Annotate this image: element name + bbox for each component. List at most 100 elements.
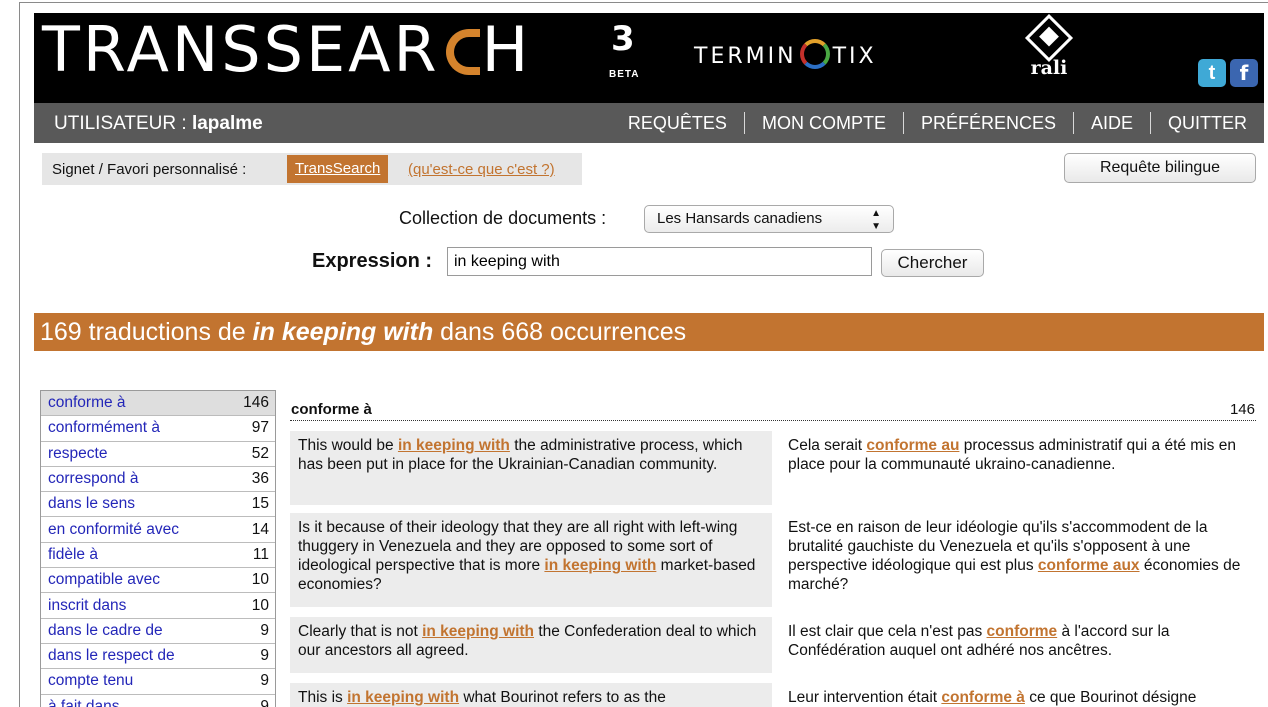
nav-menu: REQUÊTES MON COMPTE PRÉFÉRENCES AIDE QUI…	[611, 103, 1264, 143]
logo-text: TRANSSEAR	[42, 13, 440, 86]
sentence-text: what Bourinot refers to as the	[459, 689, 666, 706]
list-item[interactable]: compatible avec 10	[41, 568, 275, 594]
target-sentence: Cela serait conforme au processus admini…	[780, 431, 1256, 479]
sentence-text: Cela serait	[788, 437, 867, 454]
user-label: UTILISATEUR :	[54, 113, 192, 134]
target-sentence: Leur intervention était conforme à ce qu…	[780, 683, 1256, 707]
results-banner: 169 traductions de in keeping with dans …	[34, 313, 1264, 351]
translation-count: 9	[260, 621, 269, 639]
translation-term[interactable]: dans le sens	[48, 495, 135, 513]
list-item[interactable]: respecte 52	[41, 442, 275, 467]
list-item[interactable]: dans le respect de 9	[41, 644, 275, 670]
logo-version: 3	[611, 19, 635, 59]
terminotix-o-icon	[799, 39, 830, 69]
twitter-icon[interactable]: t	[1198, 59, 1226, 87]
terminotix-text-right: TIX	[832, 44, 877, 69]
translation-count: 9	[260, 697, 269, 707]
translation-count: 15	[251, 495, 269, 513]
user-info: UTILISATEUR : lapalme	[54, 113, 263, 135]
source-highlight[interactable]: in keeping with	[398, 437, 510, 454]
search-button[interactable]: Chercher	[881, 249, 984, 277]
source-sentence: Clearly that is not in keeping with the …	[290, 617, 772, 673]
terminotix-logo[interactable]: TERMIN TIX	[694, 39, 877, 69]
translation-list: conforme à 146 conformément à 97 respecte 5…	[40, 390, 276, 707]
source-highlight[interactable]: in keeping with	[347, 689, 459, 706]
nav-aide[interactable]: AIDE	[1074, 113, 1150, 134]
list-item[interactable]: compte tenu 9	[41, 669, 275, 695]
translation-count: 9	[260, 647, 269, 665]
translation-term[interactable]: respecte	[48, 445, 107, 463]
transsearch-logo[interactable]: TRANSSEAR H	[42, 19, 531, 84]
translation-term[interactable]: à fait dans	[48, 698, 120, 707]
translation-count: 10	[251, 571, 269, 589]
list-item[interactable]: inscrit dans 10	[41, 593, 275, 619]
translation-count: 9	[260, 672, 269, 690]
translation-term[interactable]: en conformité avec	[48, 521, 179, 539]
nav-mon-compte[interactable]: MON COMPTE	[745, 113, 903, 134]
terminotix-text-left: TERMIN	[694, 44, 797, 69]
user-name: lapalme	[191, 113, 263, 134]
translation-count: 97	[251, 419, 269, 437]
page: TRANSSEAR H 3 BETA TERMIN TIX rali t f UTI…	[34, 13, 1264, 707]
translation-term[interactable]: correspond à	[48, 470, 138, 488]
list-item[interactable]: correspond à 36	[41, 467, 275, 493]
list-item[interactable]: fidèle à 11	[41, 543, 275, 569]
banner-prefix: 169 traductions de	[40, 318, 253, 346]
nav-requetes[interactable]: REQUÊTES	[611, 113, 744, 134]
sentence-text: Il est clair que cela n'est pas	[788, 623, 987, 640]
list-item[interactable]: dans le cadre de 9	[41, 619, 275, 644]
translation-term[interactable]: fidèle à	[48, 546, 98, 564]
sentence-text: This is	[298, 689, 348, 706]
expression-label: Expression :	[312, 250, 433, 272]
list-item[interactable]: conforme à 146	[41, 391, 275, 417]
list-item[interactable]: conformément à 97	[41, 416, 275, 442]
translation-term[interactable]: dans le cadre de	[48, 622, 163, 640]
target-sentence: Est-ce en raison de leur idéologie qu'il…	[780, 513, 1256, 599]
translation-term[interactable]: compte tenu	[48, 672, 133, 690]
list-item[interactable]: dans le sens 15	[41, 492, 275, 518]
target-highlight[interactable]: conforme	[987, 623, 1058, 640]
expression-input[interactable]	[447, 247, 872, 276]
banner-suffix: dans 668 occurrences	[433, 318, 687, 346]
sentence-text: Clearly that is not	[298, 623, 423, 640]
logo-arc-icon	[445, 29, 480, 75]
translation-term[interactable]: compatible avec	[48, 571, 160, 589]
bookmark-label: Signet / Favori personnalisé :	[52, 161, 247, 178]
rali-logo[interactable]: rali	[1019, 13, 1079, 79]
translation-count: 10	[251, 596, 269, 614]
translation-term[interactable]: dans le respect de	[48, 647, 175, 665]
translation-count: 36	[251, 470, 269, 488]
translation-term[interactable]: inscrit dans	[48, 597, 126, 615]
nav-quitter[interactable]: QUITTER	[1151, 113, 1264, 134]
rali-icon	[1024, 13, 1074, 63]
logo-beta: BETA	[609, 69, 640, 80]
sentence-text: ce que Bourinot désigne	[1024, 689, 1197, 706]
bookmark-transsearch-link[interactable]: TransSearch	[287, 155, 389, 183]
results-heading-term: conforme à	[291, 401, 372, 418]
translation-term[interactable]: conforme à	[48, 394, 126, 412]
target-sentence: Il est clair que cela n'est pas conforme…	[780, 617, 1256, 665]
nav-preferences[interactable]: PRÉFÉRENCES	[904, 113, 1073, 134]
target-highlight[interactable]: conforme au	[866, 437, 959, 454]
banner-query: in keeping with	[252, 318, 434, 346]
source-highlight[interactable]: in keeping with	[544, 557, 656, 574]
list-item[interactable]: en conformité avec 14	[41, 517, 275, 543]
translation-count: 11	[252, 545, 269, 563]
facebook-icon[interactable]: f	[1230, 59, 1258, 87]
collection-select[interactable]: Les Hansards canadiens ▲ ▼	[644, 205, 894, 233]
bilingual-query-button[interactable]: Requête bilingue	[1064, 153, 1256, 183]
logo-text-tail: H	[481, 13, 532, 86]
bookmark-help-link[interactable]: (qu'est-ce que c'est ?)	[408, 161, 555, 178]
translation-count: 52	[251, 444, 269, 462]
translation-count: 146	[243, 394, 269, 412]
collection-label: Collection de documents :	[399, 208, 607, 228]
list-item[interactable]: à fait dans 9	[41, 695, 275, 707]
source-sentence: Is it because of their ideology that the…	[290, 513, 772, 607]
target-highlight[interactable]: conforme aux	[1038, 557, 1140, 574]
brand-header: TRANSSEAR H 3 BETA TERMIN TIX rali t f	[34, 13, 1264, 103]
source-highlight[interactable]: in keeping with	[422, 623, 534, 640]
target-highlight[interactable]: conforme à	[941, 689, 1025, 706]
translation-term[interactable]: conformément à	[48, 419, 160, 437]
collection-selected-value: Les Hansards canadiens	[657, 210, 823, 227]
source-sentence: This would be in keeping with the admini…	[290, 431, 772, 505]
